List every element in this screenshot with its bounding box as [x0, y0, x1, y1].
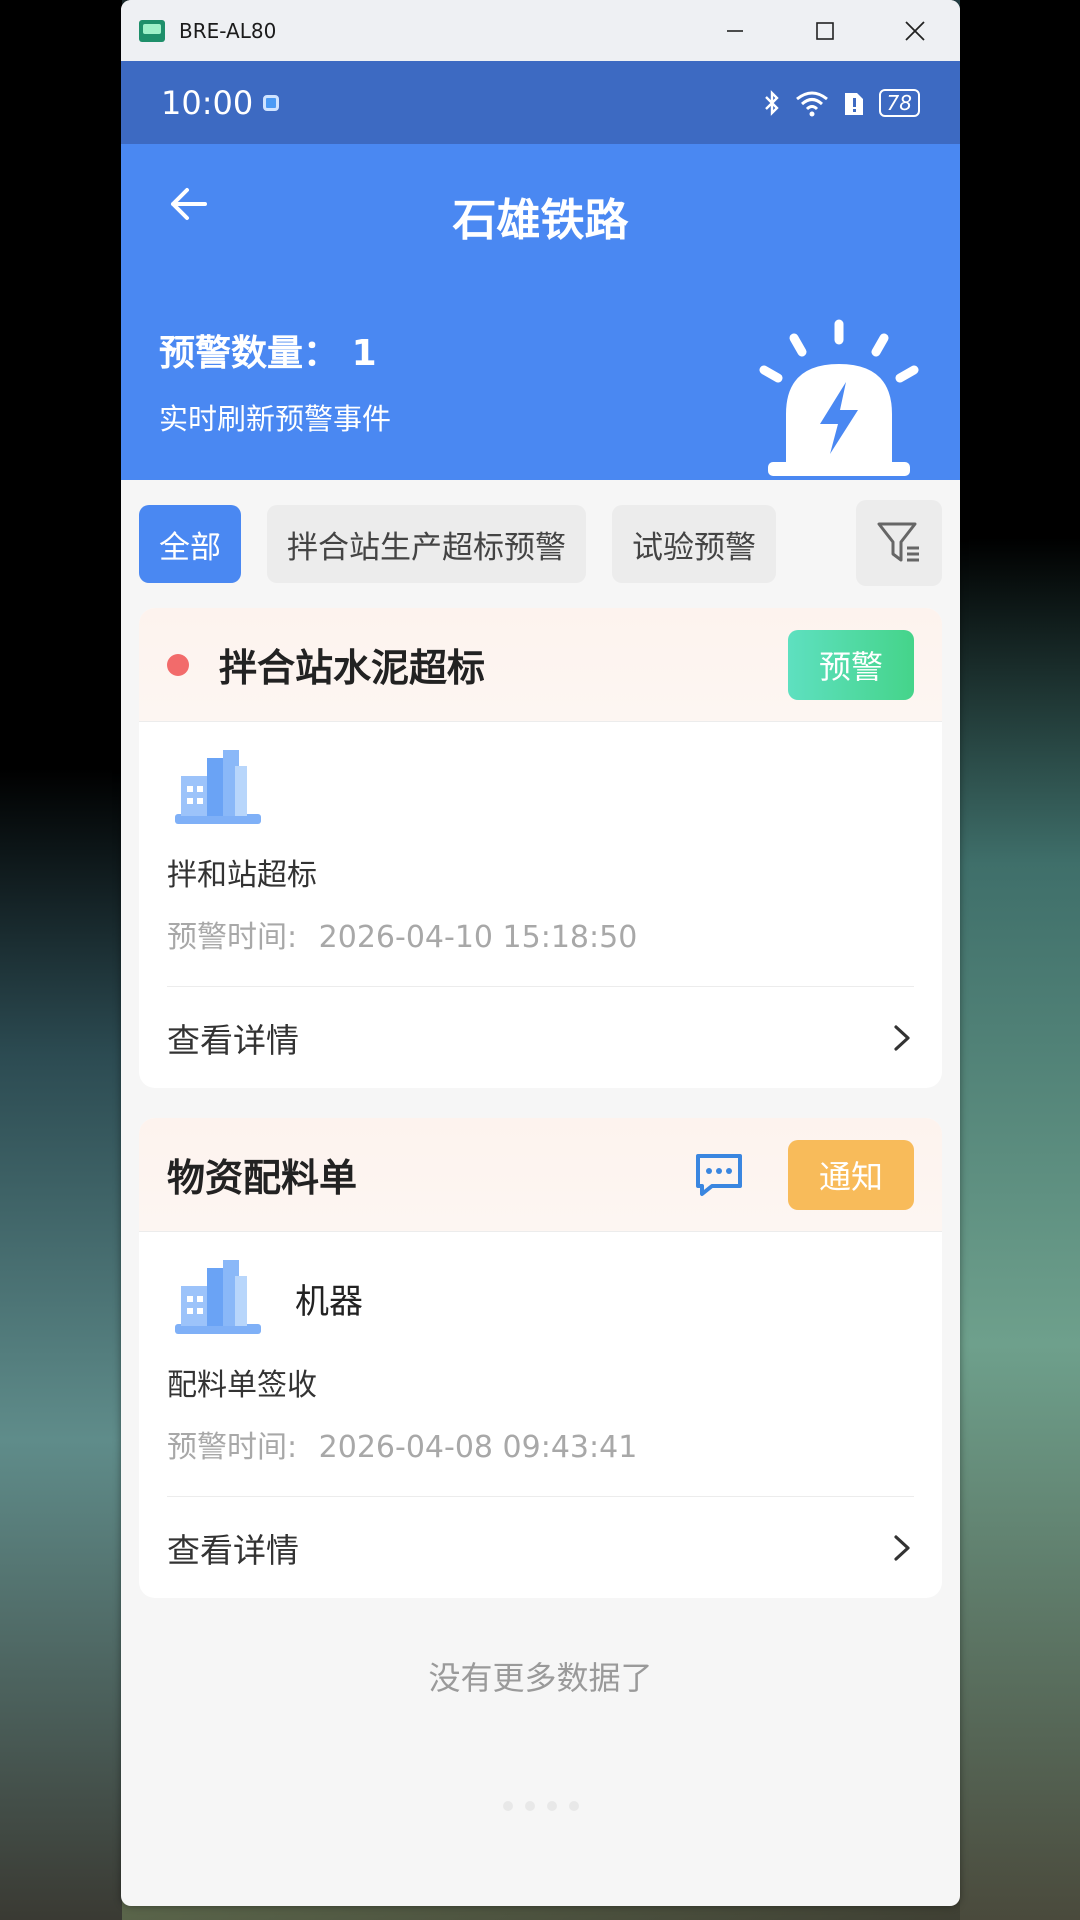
- app-icon: [139, 19, 165, 42]
- warning-count: 预警数量： 1: [159, 324, 391, 376]
- clock: 10:00: [161, 83, 254, 122]
- maximize-button[interactable]: [780, 0, 870, 61]
- warning-count-label: 预警数量：: [159, 333, 340, 374]
- card-title: 物资配料单: [167, 1156, 358, 1200]
- window-title: BRE-AL80: [179, 18, 277, 43]
- wifi-icon: [795, 91, 828, 116]
- desktop-background-right: [960, 0, 1080, 1920]
- view-details-label: 查看详情: [167, 1020, 299, 1060]
- no-more-data-text: 没有更多数据了: [428, 1659, 653, 1697]
- view-details-label: 查看详情: [167, 1530, 299, 1570]
- maximize-icon: [816, 21, 834, 40]
- page-header: 石雄铁路 预警数量： 1 实时刷新预警事件: [121, 144, 960, 480]
- building-label: 机器: [295, 1281, 363, 1322]
- chevron-right-icon: [894, 1534, 910, 1561]
- view-details-row[interactable]: 查看详情: [167, 986, 914, 1088]
- warning-subtitle: 实时刷新预警事件: [159, 402, 392, 436]
- alarm-light-icon: [759, 319, 919, 476]
- time-value: 2026-04-08 09:43:41: [318, 1430, 638, 1465]
- emulator-window: BRE-AL80 10:00 78 石雄铁路 预警数量： 1 实时刷新预警事件 …: [121, 0, 960, 1906]
- filter-chip-all[interactable]: 全部: [139, 505, 241, 583]
- minimize-icon: [727, 29, 743, 32]
- card-time: 预警时间: 2026-04-08 09:43:41: [167, 1422, 914, 1466]
- page-dot: [546, 1801, 557, 1811]
- time-value: 2026-04-10 15:18:50: [318, 920, 638, 955]
- phone-status-bar: 10:00 78: [121, 61, 960, 144]
- close-button[interactable]: [870, 0, 960, 61]
- building-icon: [175, 750, 261, 824]
- warning-count-value: 1: [351, 333, 377, 374]
- alert-dot-icon: [167, 653, 189, 676]
- card-header: 拌合站水泥超标 预警: [139, 608, 942, 722]
- card-description: 拌和站超标: [167, 858, 317, 893]
- filter-chip-mixing-station[interactable]: 拌合站生产超标预警: [267, 505, 586, 583]
- filter-icon: [877, 522, 919, 562]
- battery-indicator: 78: [878, 88, 920, 117]
- time-label: 预警时间:: [167, 920, 298, 955]
- notice-tag: 通知: [788, 1139, 914, 1210]
- card-title: 拌合站水泥超标: [219, 646, 486, 690]
- time-label: 预警时间:: [167, 1430, 298, 1465]
- card-header: 物资配料单 通知: [139, 1118, 942, 1232]
- warning-tag: 预警: [788, 629, 914, 700]
- notification-icon: [263, 94, 280, 111]
- message-icon[interactable]: [694, 1152, 744, 1198]
- window-titlebar: BRE-AL80: [121, 0, 960, 61]
- warning-card[interactable]: 拌合站水泥超标 预警 拌和站超标 预警时间: 2026-04-10 15:18:…: [139, 608, 942, 1088]
- page-dot: [524, 1801, 535, 1811]
- notice-card[interactable]: 物资配料单 通知 机器 配料单签收 预警时间: 2026-04-08 09:43…: [139, 1118, 942, 1598]
- bluetooth-icon: [764, 89, 779, 116]
- page-dot: [502, 1801, 513, 1811]
- view-details-row[interactable]: 查看详情: [167, 1496, 914, 1598]
- chevron-right-icon: [894, 1024, 910, 1051]
- close-icon: [905, 20, 925, 41]
- status-time: 10:00: [161, 83, 280, 122]
- page-indicator: [121, 1801, 960, 1811]
- minimize-button[interactable]: [690, 0, 780, 61]
- warning-summary: 预警数量： 1 实时刷新预警事件: [159, 324, 391, 438]
- page-title: 石雄铁路: [452, 195, 629, 246]
- filter-chip-test[interactable]: 试验预警: [612, 505, 776, 583]
- desktop-background-left: [0, 0, 122, 1920]
- filter-bar: 全部 拌合站生产超标预警 试验预警: [121, 480, 960, 608]
- card-description: 配料单签收: [167, 1368, 317, 1403]
- building-icon: [175, 1260, 261, 1334]
- filter-button[interactable]: [856, 500, 942, 586]
- card-time: 预警时间: 2026-04-10 15:18:50: [167, 912, 914, 956]
- sim-alert-icon: [844, 92, 863, 115]
- page-dot: [568, 1801, 579, 1811]
